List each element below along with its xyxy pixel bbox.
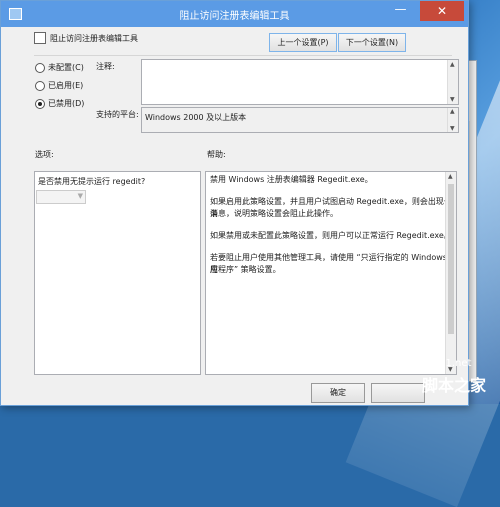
radio-label: 已启用(E) [48,81,84,90]
watermark-domain: jb51.net [430,358,472,369]
help-panel: 禁用 Windows 注册表编辑器 Regedit.exe。 如果启用此策略设置… [205,171,457,375]
scroll-down-icon[interactable]: ▼ [450,96,455,103]
radio-disabled[interactable]: 已禁用(D) [35,98,84,109]
previous-setting-button[interactable]: 上一个设置(P) [269,33,337,52]
comment-scrollbar[interactable]: ▲ ▼ [447,60,458,104]
watermark-brand: 脚本之家 [422,376,487,395]
scroll-down-icon[interactable]: ▼ [450,125,455,132]
help-line-4: 如果禁用或未配置此策略设置，则用户可以正常运行 Regedit.exe。 [210,231,452,240]
options-label: 选项: [35,150,54,159]
help-line-6: 用程序” 策略设置。 [210,265,281,274]
separator [34,55,452,56]
help-scrollbar[interactable]: ▲ ▼ [445,172,456,374]
help-line-1: 禁用 Windows 注册表编辑器 Regedit.exe。 [210,175,373,184]
help-line-3: 消息，说明策略设置会阻止此操作。 [210,209,338,218]
policy-dialog: 阻止访问注册表编辑工具 — ✕ 阻止访问注册表编辑工具 上一个设置(P) 下一个… [0,0,469,406]
option-question: 是否禁用无提示运行 regedit? [38,177,146,186]
close-icon[interactable]: ✕ [420,1,464,21]
radio-circle-selected [35,98,45,109]
next-setting-button[interactable]: 下一个设置(N) [338,33,406,52]
radio-not-configured[interactable]: 未配置(C) [35,62,84,73]
radio-label: 已禁用(D) [48,99,85,108]
supported-scrollbar[interactable]: ▲ ▼ [447,108,458,132]
setting-title: 阻止访问注册表编辑工具 [50,34,138,43]
supported-platform-label: 支持的平台: [96,110,139,119]
radio-circle [35,62,45,73]
supported-platform-box: Windows 2000 及以上版本 ▲ ▼ [141,107,459,133]
setting-icon [34,32,46,44]
minimize-icon[interactable]: — [388,1,413,21]
scroll-thumb[interactable] [448,184,454,334]
comment-textarea[interactable]: ▲ ▼ [141,59,459,105]
chevron-down-icon: ▼ [77,192,83,200]
option-dropdown[interactable]: ▼ [36,190,86,204]
radio-enabled[interactable]: 已启用(E) [35,80,83,91]
radio-circle [35,80,45,91]
comment-label: 注释: [96,62,115,71]
scroll-up-icon[interactable]: ▲ [450,108,455,115]
title-bar: 阻止访问注册表编辑工具 — ✕ [1,1,468,27]
help-label: 帮助: [207,150,226,159]
radio-label: 未配置(C) [48,63,84,72]
ok-button[interactable]: 确定 [311,383,365,403]
cancel-button[interactable] [371,383,425,403]
scroll-up-icon[interactable]: ▲ [450,61,455,68]
scroll-up-icon[interactable]: ▲ [448,173,453,180]
supported-platform-value: Windows 2000 及以上版本 [145,113,247,122]
